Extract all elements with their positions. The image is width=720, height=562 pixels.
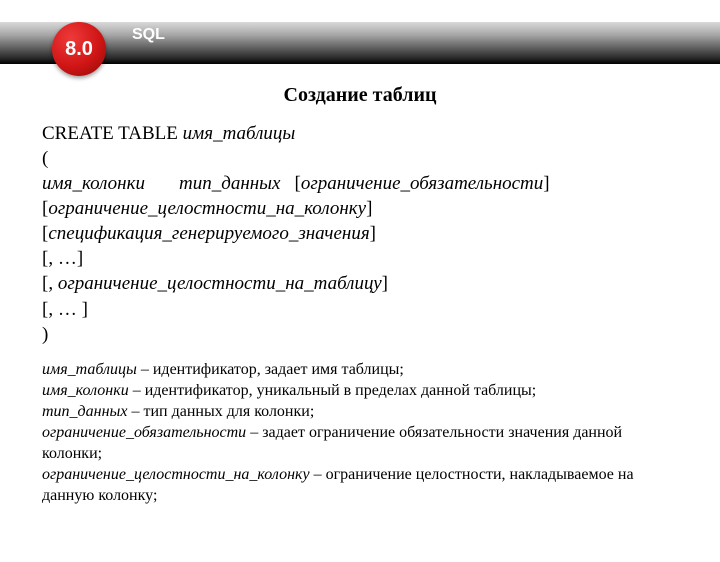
syntax-line-col-constraint: [ограничение_целостности_на_колонку] <box>42 196 678 221</box>
ph-data-type: тип_данных <box>179 173 281 194</box>
version-badge: 8.0 <box>52 22 106 76</box>
ph-table-name: имя_таблицы <box>183 123 296 144</box>
def-text: – идентификатор, уникальный в пределах д… <box>129 382 537 399</box>
definition-row: имя_таблицы – идентификатор, задает имя … <box>42 359 678 380</box>
syntax-line-1: CREATE TABLE имя_таблицы <box>42 121 678 146</box>
syntax-open-paren: ( <box>42 146 678 171</box>
bracket-close-1: ] <box>543 173 549 194</box>
syntax-repeat-1: [, …] <box>42 246 678 271</box>
def-term: имя_таблицы <box>42 361 137 378</box>
sql-label: SQL <box>132 26 165 44</box>
def-text: – тип данных для колонки; <box>127 403 314 420</box>
def-term: ограничение_целостности_на_колонку <box>42 466 310 483</box>
definition-row: тип_данных – тип данных для колонки; <box>42 401 678 422</box>
def-term: тип_данных <box>42 403 127 420</box>
def-text: – идентификатор, задает имя таблицы; <box>137 361 404 378</box>
tbl-constraint-suffix: ] <box>382 273 388 294</box>
syntax-line-table-constraint: [, ограничение_целостности_на_таблицу] <box>42 271 678 296</box>
ph-col-name: имя_колонки <box>42 173 145 194</box>
def-term: имя_колонки <box>42 382 129 399</box>
syntax-line-gen-spec: [спецификация_генерируемого_значения] <box>42 221 678 246</box>
ph-col-constraint: ограничение_целостности_на_колонку <box>48 198 366 219</box>
definitions-block: имя_таблицы – идентификатор, задает имя … <box>42 359 678 507</box>
version-badge-text: 8.0 <box>65 38 93 61</box>
bracket-close-3: ] <box>370 223 376 244</box>
ph-gen-spec: спецификация_генерируемого_значения <box>48 223 369 244</box>
ph-null-constraint: ограничение_обязательности <box>301 173 543 194</box>
header-bar: SQL <box>0 22 720 64</box>
content: Создание таблиц CREATE TABLE имя_таблицы… <box>0 64 720 506</box>
keyword-create-table: CREATE TABLE <box>42 123 178 144</box>
bracket-close-2: ] <box>366 198 372 219</box>
syntax-line-col: имя_колонкитип_данных[ограничение_обязат… <box>42 171 678 196</box>
definition-row: ограничение_целостности_на_колонку – огр… <box>42 464 678 506</box>
def-term: ограничение_обязательности <box>42 424 246 441</box>
page-title: Создание таблиц <box>42 84 678 107</box>
definition-row: имя_колонки – идентификатор, уникальный … <box>42 380 678 401</box>
syntax-repeat-2: [, … ] <box>42 297 678 322</box>
definition-row: ограничение_обязательности – задает огра… <box>42 422 678 464</box>
syntax-close-paren: ) <box>42 322 678 347</box>
syntax-block: CREATE TABLE имя_таблицы ( имя_колонки ти… <box>42 121 678 347</box>
ph-table-constraint: ограничение_целостности_на_таблицу <box>58 273 382 294</box>
tbl-constraint-prefix: [, <box>42 273 58 294</box>
